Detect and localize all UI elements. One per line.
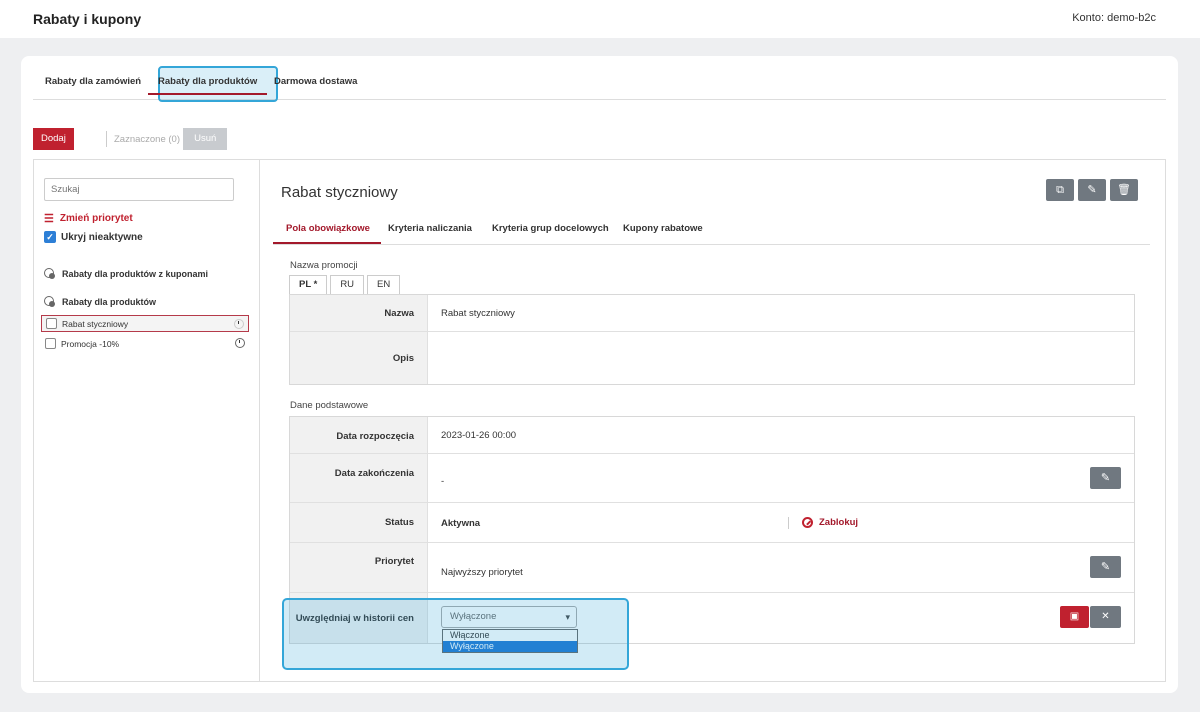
add-discount-button[interactable]: Dodaj rabat xyxy=(33,128,74,166)
priority-label: Priorytet xyxy=(374,556,414,567)
ban-icon xyxy=(802,517,813,528)
cancel-icon[interactable]: ✕ xyxy=(1090,606,1121,628)
status-value: Aktywna xyxy=(441,518,481,529)
list-icon: ☰ xyxy=(44,213,54,225)
change-priority-link[interactable]: ☰ Zmień priorytet xyxy=(44,212,133,225)
tab-product-discounts[interactable]: Rabaty dla produktów xyxy=(147,76,268,95)
detail-actions: ⧉ ✎ 🗑 xyxy=(1046,179,1138,201)
edit-icon[interactable]: ✎ xyxy=(1078,179,1106,201)
change-priority-label: Zmień priorytet xyxy=(59,213,133,224)
item-label: Promocja -10% xyxy=(61,338,120,349)
group-label: Rabaty dla produktów z kuponami xyxy=(62,268,209,279)
list-item-rabat-styczniowy[interactable]: Rabat styczniowy xyxy=(41,315,249,332)
discount-list-sidebar: ☰ Zmień priorytet ✓ Ukryj nieaktywne Rab… xyxy=(34,160,260,681)
priority-value: Najwyższy priorytet xyxy=(441,567,523,578)
page-title: Rabaty i kupony xyxy=(33,11,142,27)
description-label: Opis xyxy=(392,353,414,364)
form-row-name: Nazwa Rabat styczniowy xyxy=(290,295,1134,332)
trash-icon[interactable]: 🗑 xyxy=(1110,179,1138,201)
check-icon: ✓ xyxy=(44,231,56,243)
remove-discounts-button[interactable]: Usuń rabaty xyxy=(183,128,228,166)
status-label: Status xyxy=(384,517,414,528)
form-row-priority: Priorytet Najwyższy priorytet ✎ xyxy=(290,543,1134,593)
block-link[interactable]: Zablokuj xyxy=(802,517,858,528)
block-label: Zablokuj xyxy=(819,517,859,528)
form-row-start-date: Data rozpoczęcia 2023-01-26 00:00 xyxy=(290,417,1134,454)
start-date-value: 2023-01-26 00:00 xyxy=(441,430,517,441)
language-tabs: PL * RU EN xyxy=(289,275,401,294)
tab-required-fields[interactable]: Pola obowiązkowe xyxy=(273,223,381,244)
save-icon[interactable]: ▣ xyxy=(1060,606,1089,628)
start-date-label: Data rozpoczęcia xyxy=(336,431,414,442)
hide-inactive-label: Ukryj nieaktywne xyxy=(61,231,143,243)
tab-order-discounts[interactable]: Rabaty dla zamówień xyxy=(45,76,141,87)
end-date-value: - xyxy=(441,476,445,487)
toolbar-divider xyxy=(106,131,107,147)
form-row-end-date: Data zakończenia - ✎ xyxy=(290,454,1134,503)
lang-tab-en[interactable]: EN xyxy=(367,275,401,294)
lang-tab-ru[interactable]: RU xyxy=(330,275,365,294)
item-checkbox[interactable] xyxy=(46,318,57,329)
clock-icon xyxy=(235,338,245,348)
edit-end-date-button[interactable]: ✎ xyxy=(1090,467,1121,489)
detail-tabs: Pola obowiązkowe Kryteria naliczania Kry… xyxy=(273,212,1150,245)
group-coupon-discounts[interactable]: Rabaty dla produktów z kuponami xyxy=(44,268,208,279)
group-product-discounts[interactable]: Rabaty dla produktów xyxy=(44,296,156,307)
highlight-history-overlay xyxy=(282,598,629,670)
discount-group-icon xyxy=(44,268,55,279)
copy-icon[interactable]: ⧉ xyxy=(1046,179,1074,201)
main-tabs: Rabaty dla zamówień Rabaty dla produktów… xyxy=(33,56,1166,102)
edit-priority-button[interactable]: ✎ xyxy=(1090,556,1121,578)
discount-group-icon xyxy=(44,296,55,307)
promo-name-section-label: Nazwa promocji xyxy=(290,260,358,271)
hide-inactive-checkbox[interactable]: ✓ Ukryj nieaktywne xyxy=(44,231,143,243)
tab-target-group-criteria[interactable]: Kryteria grup docelowych xyxy=(492,223,609,234)
search-input[interactable] xyxy=(44,178,234,201)
name-value: Rabat styczniowy xyxy=(441,308,515,319)
end-date-label: Data zakończenia xyxy=(334,468,414,479)
selected-count: Zaznaczone (0) xyxy=(114,134,181,145)
account-label: Konto: demo-b2c xyxy=(1072,12,1156,24)
status-divider xyxy=(788,517,789,529)
discount-title: Rabat styczniowy xyxy=(281,184,398,201)
clock-icon xyxy=(234,319,244,329)
form-row-description: Opis xyxy=(290,332,1134,384)
top-bar: Rabaty i kupony Konto: demo-b2c xyxy=(0,0,1200,38)
promo-name-form: Nazwa Rabat styczniowy Opis xyxy=(289,294,1135,385)
tab-free-shipping[interactable]: Darmowa dostawa xyxy=(274,76,357,87)
item-checkbox[interactable] xyxy=(45,338,56,349)
list-item-promocja[interactable]: Promocja -10% xyxy=(41,335,249,352)
tab-calculation-criteria[interactable]: Kryteria naliczania xyxy=(388,223,472,234)
form-row-status: Status Aktywna Zablokuj xyxy=(290,503,1134,543)
tab-discount-coupons[interactable]: Kupony rabatowe xyxy=(623,223,703,234)
group-label: Rabaty dla produktów xyxy=(62,296,157,307)
basic-data-section-label: Dane podstawowe xyxy=(290,400,369,411)
name-label: Nazwa xyxy=(384,308,414,319)
item-label: Rabat styczniowy xyxy=(62,318,129,329)
lang-tab-pl[interactable]: PL * xyxy=(289,275,328,294)
